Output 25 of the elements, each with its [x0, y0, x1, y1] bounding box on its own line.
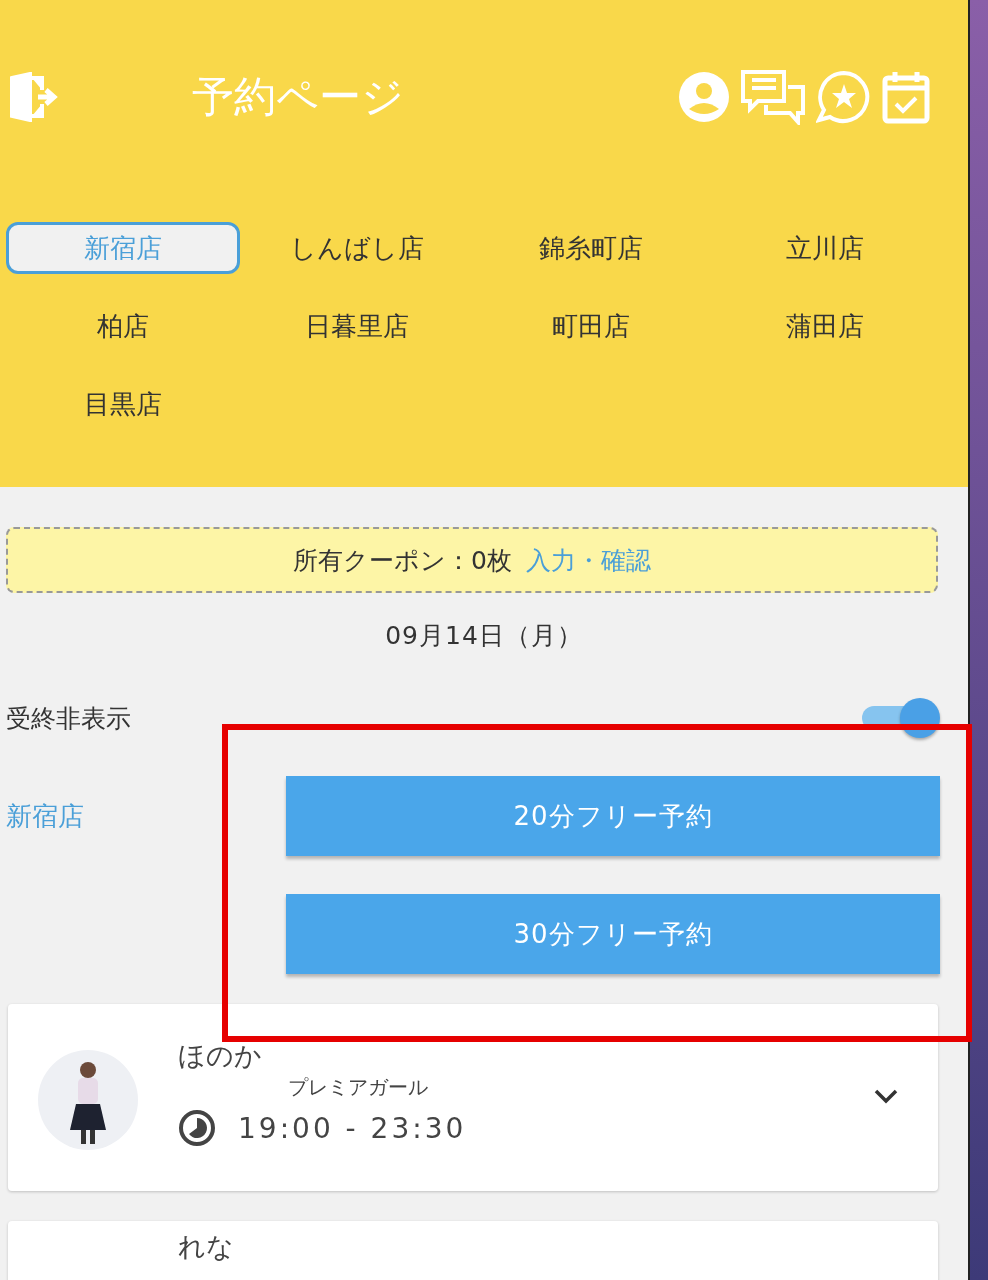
store-tab[interactable]: 蒲田店: [708, 300, 942, 352]
chat-icon[interactable]: [740, 69, 807, 125]
store-tab[interactable]: 目黒店: [6, 378, 240, 430]
staff-card[interactable]: ほのか プレミアガール 19:00 - 23:30: [8, 1004, 939, 1191]
coupon-count: 所有クーポン：0枚: [293, 544, 512, 577]
staff-name: ほのか: [178, 1039, 263, 1073]
staff-card[interactable]: れな: [8, 1221, 939, 1280]
exit-icon[interactable]: [8, 72, 58, 122]
store-tab[interactable]: 柏店: [6, 300, 240, 352]
toggle-label: 受終非表示: [6, 702, 131, 735]
store-tab[interactable]: 錦糸町店: [474, 222, 708, 274]
staff-rank: プレミアガール: [288, 1074, 429, 1101]
store-tab[interactable]: しんばし店: [240, 222, 474, 274]
calendar-icon[interactable]: [882, 70, 931, 124]
chevron-down-icon[interactable]: [874, 1088, 899, 1104]
clock-icon: [178, 1109, 216, 1147]
account-icon[interactable]: [678, 71, 731, 123]
page-title: 予約ページ: [192, 71, 405, 123]
date-label: 09月14日（月）: [384, 620, 584, 652]
store-tab[interactable]: 町田店: [474, 300, 708, 352]
shift-hours: 19:00 - 23:30: [238, 1111, 467, 1145]
store-label: 新宿店: [6, 799, 85, 833]
store-tab[interactable]: 立川店: [708, 222, 942, 274]
store-tab[interactable]: 日暮里店: [240, 300, 474, 352]
staff-name: れな: [178, 1230, 234, 1264]
